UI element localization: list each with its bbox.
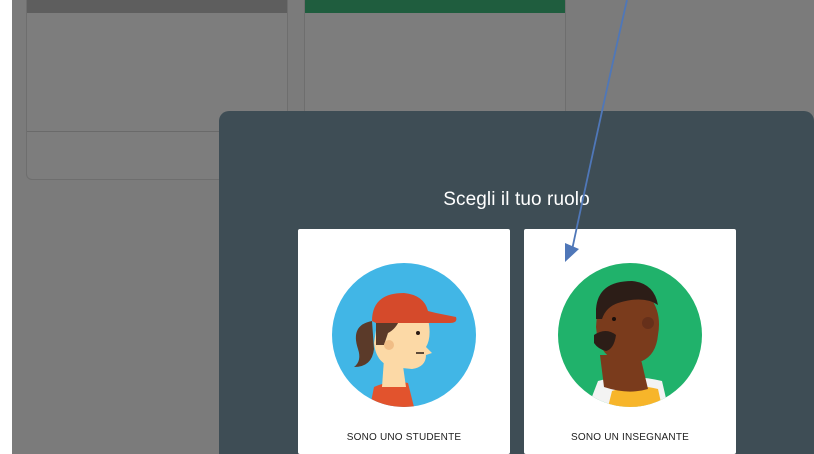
class-card-header — [305, 0, 565, 13]
teacher-role-label: SONO UN INSEGNANTE — [570, 432, 690, 443]
dialog-title: Scegli il tuo ruolo — [443, 189, 590, 210]
teacher-role-card[interactable]: SONO UN INSEGNANTE — [524, 229, 736, 454]
teacher-avatar-icon — [558, 263, 702, 407]
student-role-card[interactable]: SONO UNO STUDENTE — [298, 229, 510, 454]
role-selection-dialog: Scegli il tuo ruolo SONO UNO STUDENTE SO… — [219, 111, 814, 454]
student-role-label: SONO UNO STUDENTE — [346, 432, 462, 443]
student-avatar-icon — [332, 263, 476, 407]
